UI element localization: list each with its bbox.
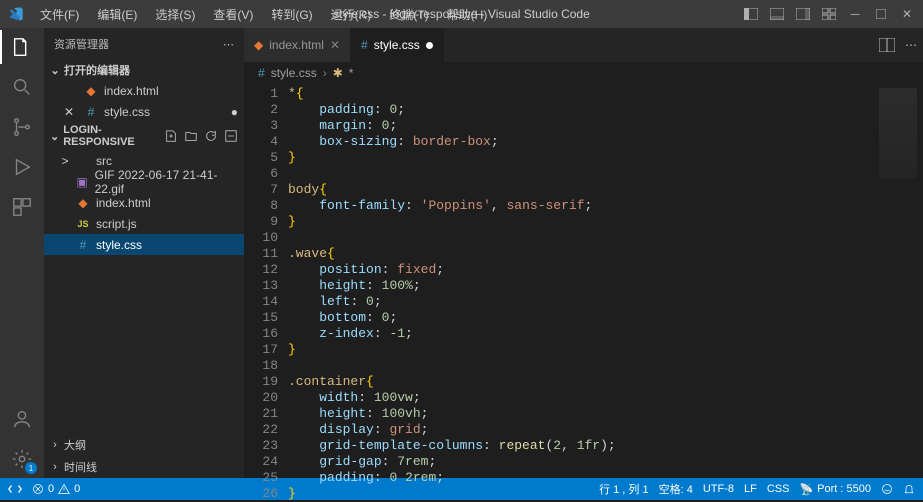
file-icon: # (361, 38, 368, 52)
close-icon[interactable]: ✕ (64, 105, 78, 119)
file-icon: JS (76, 217, 90, 231)
breadcrumb-symbol: * (349, 66, 354, 80)
minimize-icon[interactable]: ─ (845, 4, 865, 24)
menu-edit[interactable]: 编辑(E) (89, 2, 145, 27)
file-icon: # (76, 238, 90, 252)
new-file-icon[interactable] (164, 129, 178, 143)
collapse-icon[interactable] (224, 129, 238, 143)
explorer-sidebar: 资源管理器 ⋯ ⌄打开的编辑器 ◆index.html✕#style.css● … (44, 28, 244, 478)
problems[interactable]: 0 0 (32, 483, 80, 495)
vscode-logo-icon (0, 6, 32, 22)
split-editor-icon[interactable] (879, 38, 895, 52)
file-icon: ◆ (76, 196, 90, 210)
menu-view[interactable]: 查看(V) (205, 2, 261, 27)
settings-badge: 1 (25, 462, 37, 474)
open-editors-section[interactable]: ⌄打开的编辑器 (44, 60, 244, 80)
search-icon[interactable] (9, 74, 35, 100)
feedback-icon[interactable] (881, 483, 893, 495)
file-icon: ◆ (254, 38, 263, 52)
layout-bottom-icon[interactable] (767, 4, 787, 24)
code-editor[interactable]: 1234567891011121314151617181920212223242… (244, 84, 923, 478)
outline-section[interactable]: ›大纲 (44, 434, 244, 456)
refresh-icon[interactable] (204, 129, 218, 143)
open-editor-item[interactable]: ✕#style.css● (44, 101, 244, 122)
breadcrumb-file: style.css (271, 66, 317, 80)
editor-group: ◆index.html✕#style.css ⋯ # style.css › ✱… (244, 28, 923, 478)
source-control-icon[interactable] (9, 114, 35, 140)
file-icon (76, 154, 90, 168)
menu-go[interactable]: 转到(G) (263, 2, 320, 27)
minimap[interactable] (873, 84, 923, 478)
line-numbers: 1234567891011121314151617181920212223242… (244, 84, 288, 478)
menu-selection[interactable]: 选择(S) (147, 2, 203, 27)
tab-more-icon[interactable]: ⋯ (905, 38, 917, 52)
remote-icon[interactable] (8, 482, 22, 496)
tab-bar: ◆index.html✕#style.css ⋯ (244, 28, 923, 62)
chevron-right-icon: › (50, 439, 60, 451)
close-icon[interactable]: ✕ (330, 38, 340, 52)
file-icon: ▣ (75, 175, 88, 189)
tree-item[interactable]: JSscript.js (44, 213, 244, 234)
editor-tab[interactable]: ◆index.html✕ (244, 28, 351, 62)
window-controls: ─ ✕ (741, 4, 923, 24)
open-editor-item[interactable]: ◆index.html (44, 80, 244, 101)
chevron-down-icon: ⌄ (50, 130, 59, 143)
breadcrumb[interactable]: # style.css › ✱ * (244, 62, 923, 84)
settings-icon[interactable]: 1 (9, 446, 35, 472)
menu-file[interactable]: 文件(F) (32, 2, 87, 27)
project-section[interactable]: ⌄LOGIN-RESPONSIVE (44, 122, 244, 150)
file-icon: # (84, 105, 98, 119)
chevron-right-icon: > (60, 154, 70, 168)
account-icon[interactable] (9, 406, 35, 432)
maximize-icon[interactable] (871, 4, 891, 24)
timeline-section[interactable]: ›时间线 (44, 456, 244, 478)
layout-left-icon[interactable] (741, 4, 761, 24)
bell-icon[interactable] (903, 483, 915, 495)
chevron-down-icon: ⌄ (50, 64, 60, 77)
layout-right-icon[interactable] (793, 4, 813, 24)
dirty-dot-icon (426, 42, 433, 49)
window-title: style.css - login-responsive - Visual St… (333, 7, 590, 21)
chevron-right-icon: › (50, 461, 60, 473)
new-folder-icon[interactable] (184, 129, 198, 143)
explorer-icon[interactable] (9, 34, 35, 60)
debug-icon[interactable] (9, 154, 35, 180)
extensions-icon[interactable] (9, 194, 35, 220)
explorer-title: 资源管理器 (54, 36, 109, 52)
tree-item[interactable]: #style.css (44, 234, 244, 255)
dirty-dot-icon: ● (231, 105, 238, 119)
tree-item[interactable]: ▣GIF 2022-06-17 21-41-22.gif (44, 171, 244, 192)
css-file-icon: # (258, 66, 265, 80)
file-icon: ◆ (84, 84, 98, 98)
symbol-star-icon: ✱ (333, 66, 343, 80)
layout-grid-icon[interactable] (819, 4, 839, 24)
title-bar: 文件(F) 编辑(E) 选择(S) 查看(V) 转到(G) 运行(R) 终端(T… (0, 0, 923, 28)
more-icon[interactable]: ⋯ (223, 38, 234, 51)
close-icon[interactable]: ✕ (897, 4, 917, 24)
code-content[interactable]: *{ padding: 0; margin: 0; box-sizing: bo… (288, 84, 873, 478)
activity-bar: 1 (0, 28, 44, 478)
explorer-header: 资源管理器 ⋯ (44, 28, 244, 60)
editor-tab[interactable]: #style.css (351, 28, 444, 62)
